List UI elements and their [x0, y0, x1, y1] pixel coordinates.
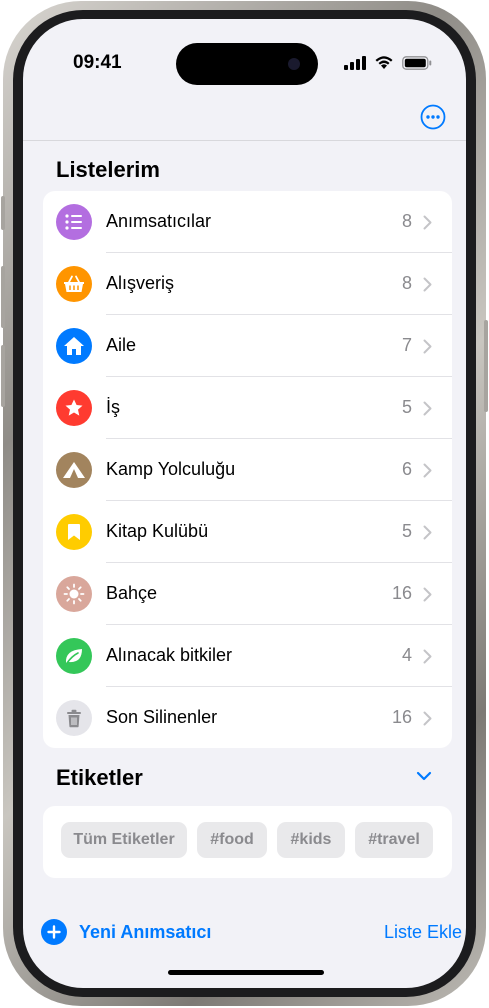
list-item-count: 7 [401, 335, 412, 355]
battery-icon [402, 55, 432, 70]
basket-icon [56, 266, 92, 302]
list-item-recently-deleted[interactable]: Son Silinenler 16 [43, 687, 452, 749]
list-item-count: 5 [401, 397, 412, 417]
tag-travel[interactable]: #travel [355, 822, 433, 858]
chevron-right-icon [423, 587, 432, 602]
house-icon [56, 328, 92, 364]
chevron-right-icon [423, 401, 432, 416]
status-icons [344, 55, 432, 70]
list-item-shopping[interactable]: Alışveriş 8 [43, 253, 452, 315]
new-reminder-button[interactable]: Yeni Anımsatıcı [41, 919, 211, 945]
list-bullet-icon [56, 204, 92, 240]
my-lists-title: Listelerim [56, 157, 160, 182]
home-indicator [168, 970, 324, 975]
phone-bezel: 09:41 Listelerim Anımsatıcılar 8 Alışver… [13, 10, 476, 997]
plus-icon [41, 919, 67, 945]
star-icon [56, 390, 92, 426]
list-item-garden[interactable]: Bahçe 16 [43, 563, 452, 625]
leaf-icon [56, 638, 92, 674]
list-item-count: 8 [401, 273, 412, 293]
list-item-label: Anımsatıcılar [106, 211, 212, 231]
trash-icon [56, 700, 92, 736]
list-item-count: 4 [401, 645, 412, 665]
list-item-book-club[interactable]: Kitap Kulübü 5 [43, 501, 452, 563]
list-item-count: 16 [391, 583, 412, 603]
list-item-work[interactable]: İş 5 [43, 377, 452, 439]
tag-all[interactable]: Tüm Etiketler [61, 822, 187, 858]
tags-card: Tüm Etiketler #food #kids #travel [43, 806, 452, 878]
list-item-count: 8 [401, 211, 412, 231]
list-item-label: Bahçe [106, 583, 158, 603]
bookmark-icon [56, 514, 92, 550]
list-item-label: Alışveriş [106, 273, 175, 293]
tag-food[interactable]: #food [197, 822, 267, 858]
camera-icon [288, 58, 300, 70]
chevron-right-icon [423, 463, 432, 478]
chevron-right-icon [423, 711, 432, 726]
list-item-camping-trip[interactable]: Kamp Yolculuğu 6 [43, 439, 452, 501]
chevron-right-icon [423, 649, 432, 664]
list-item-plants-to-buy[interactable]: Alınacak bitkiler 4 [43, 625, 452, 687]
chevron-right-icon [423, 339, 432, 354]
wifi-icon [375, 56, 393, 69]
list-item-label: Son Silinenler [106, 707, 218, 727]
new-reminder-label: Yeni Anımsatıcı [79, 921, 212, 942]
ellipsis-circle-icon[interactable] [420, 104, 446, 130]
add-list-button[interactable]: Liste Ekle [384, 922, 462, 943]
list-item-label: Kamp Yolculuğu [106, 459, 236, 479]
list-item-family[interactable]: Aile 7 [43, 315, 452, 377]
chevron-right-icon [423, 277, 432, 292]
list-item-label: İş [106, 397, 121, 417]
lists-card: Anımsatıcılar 8 Alışveriş 8 Aile 7 İş 5 … [43, 191, 452, 748]
tags-title: Etiketler [56, 765, 143, 790]
screen: 09:41 Listelerim Anımsatıcılar 8 Alışver… [23, 19, 466, 988]
list-item-label: Alınacak bitkiler [106, 645, 233, 665]
list-item-label: Aile [106, 335, 137, 355]
sun-icon [56, 576, 92, 612]
chevron-down-icon[interactable] [416, 771, 432, 781]
status-time: 09:41 [73, 52, 122, 73]
tent-icon [56, 452, 92, 488]
list-item-count: 16 [391, 707, 412, 727]
tag-kids[interactable]: #kids [277, 822, 345, 858]
dynamic-island [176, 43, 318, 85]
list-item-count: 6 [401, 459, 412, 479]
cellular-signal-icon [344, 55, 366, 70]
header-divider [23, 140, 466, 141]
list-item-count: 5 [401, 521, 412, 541]
chevron-right-icon [423, 525, 432, 540]
list-item-label: Kitap Kulübü [106, 521, 209, 541]
chevron-right-icon [423, 215, 432, 230]
list-item-reminders[interactable]: Anımsatıcılar 8 [43, 191, 452, 253]
